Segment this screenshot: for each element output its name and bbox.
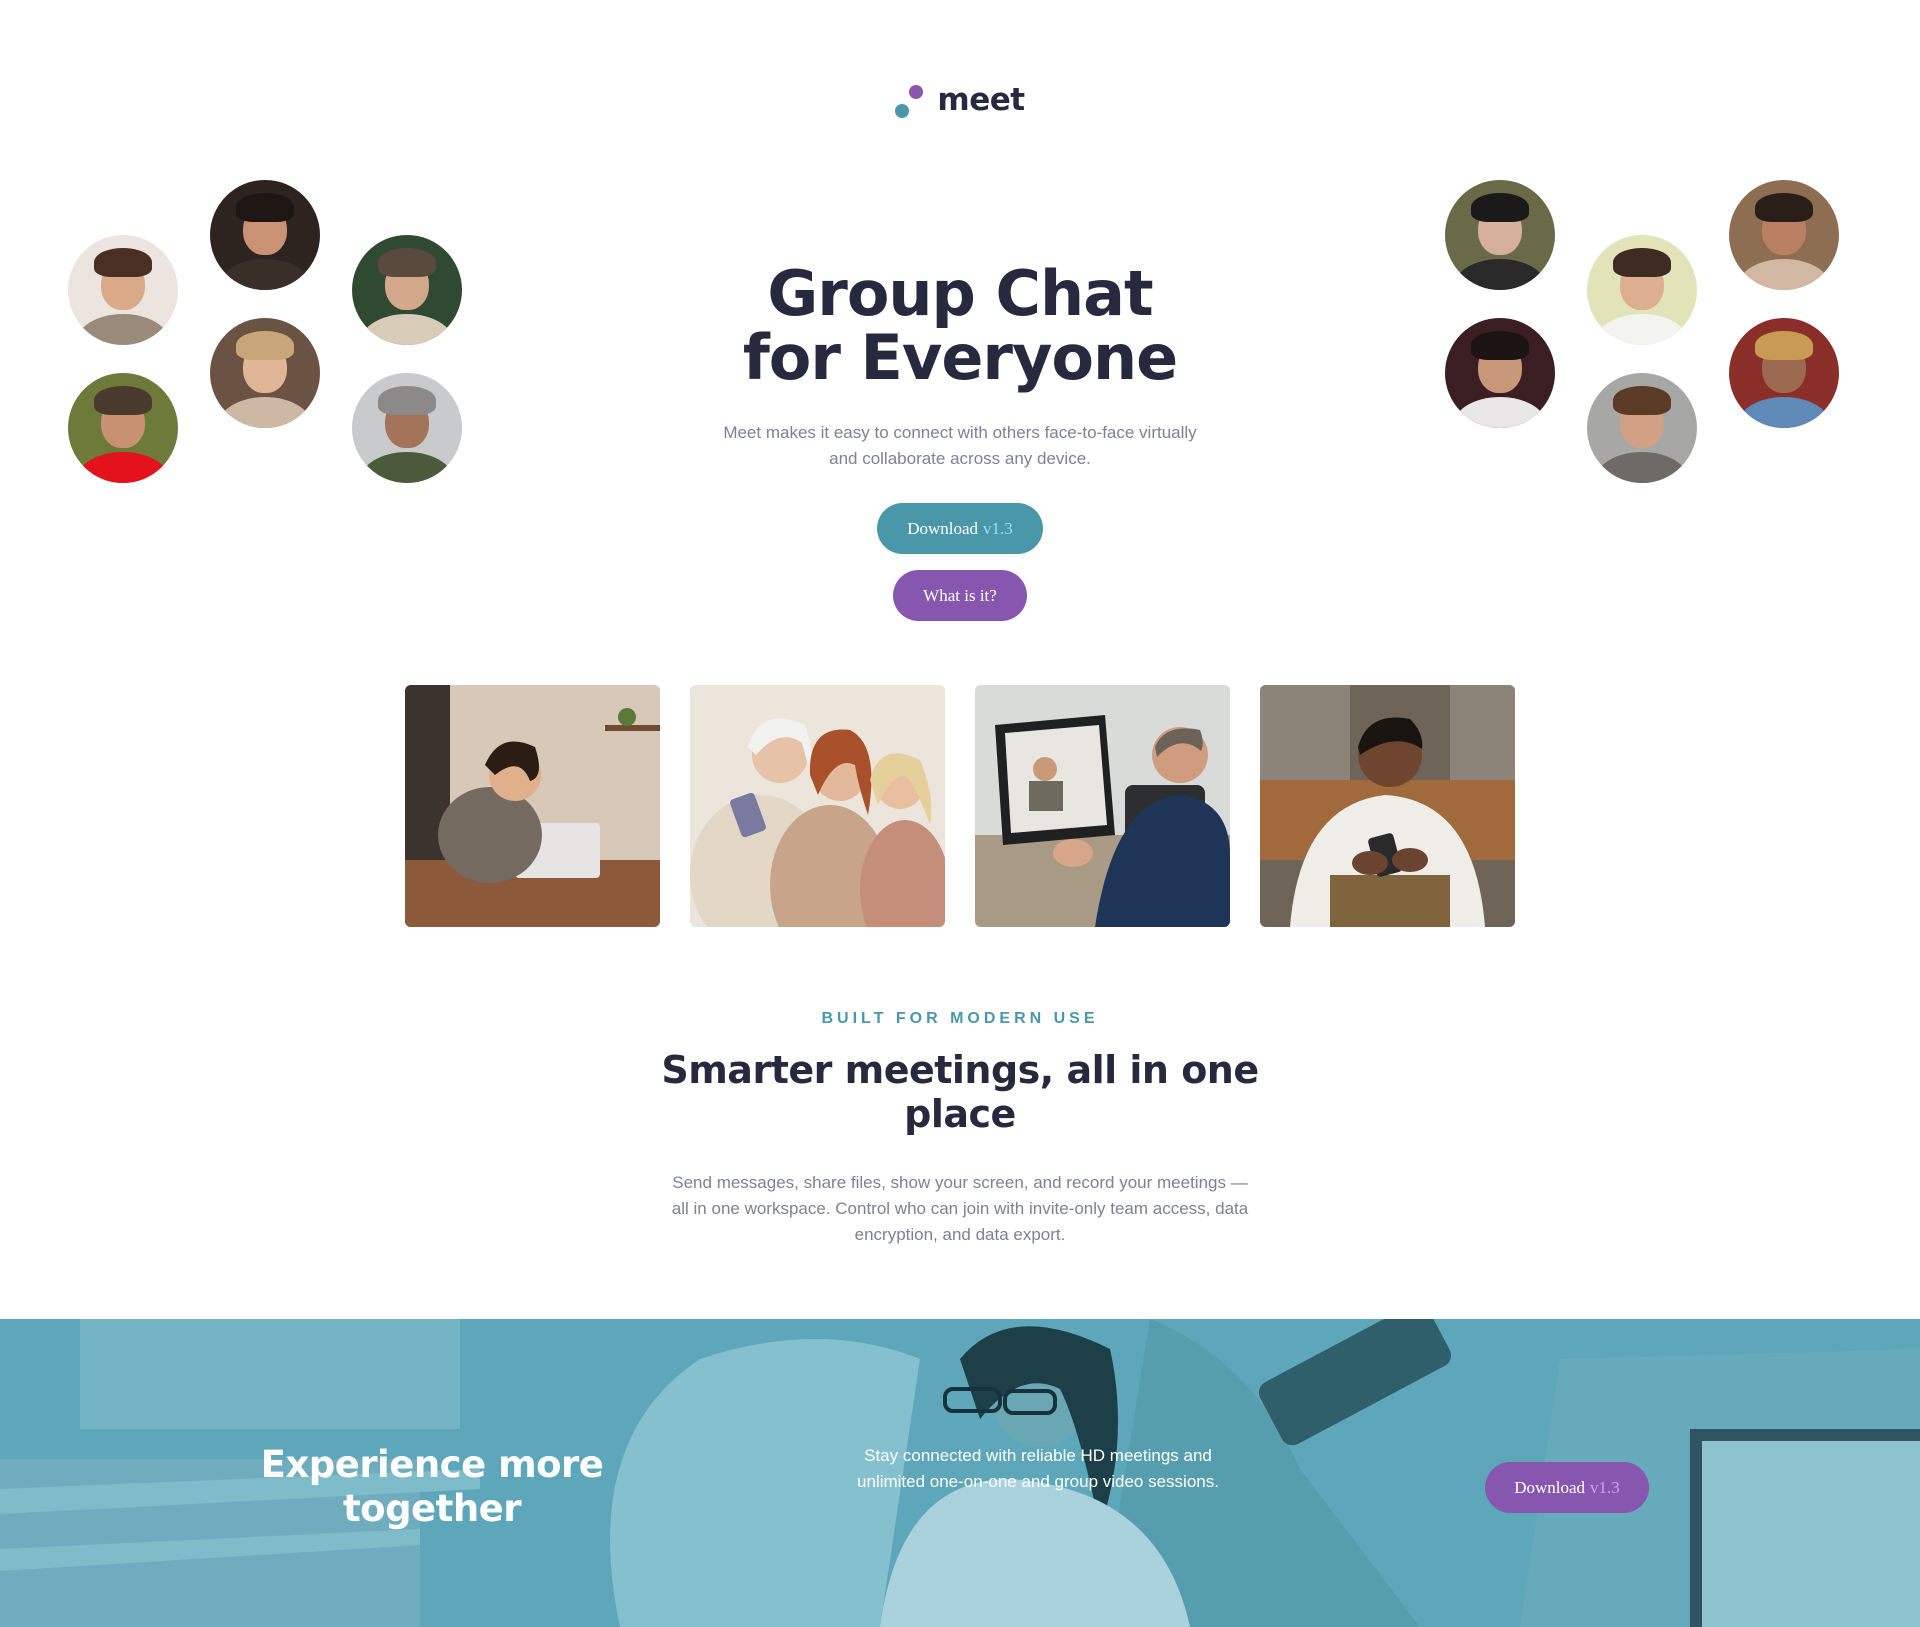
logo-text: meet [937,82,1025,118]
cta-banner: Experience more together Stay connected … [0,1319,1920,1627]
photo-man-video-call [975,685,1230,927]
what-is-it-label: What is it? [923,585,997,605]
hero-subtitle: Meet makes it easy to connect with other… [723,423,1197,468]
hero-title: Group Chat for Everyone [0,262,1920,390]
photo-woman-laptop [405,685,660,927]
photo-man-smartphone [1260,685,1515,927]
section-eyebrow: BUILT FOR MODERN USE [821,1010,1099,1027]
download-version: v1.3 [983,518,1013,538]
download-label: Download [1514,1477,1586,1497]
logo[interactable]: meet [0,82,1920,118]
photo-women-phone [690,685,945,927]
hero-title-line: Group Chat [767,257,1153,330]
banner-download-button[interactable]: Download v1.3 [1485,1462,1649,1513]
banner-title: Experience more together [260,1443,604,1530]
download-button[interactable]: Download v1.3 [877,503,1043,554]
download-label: Download [907,518,979,538]
download-version: v1.3 [1590,1477,1620,1497]
what-is-it-button[interactable]: What is it? [893,570,1027,621]
section-body: Send messages, share files, show your sc… [671,1173,1249,1244]
hero-title-line: for Everyone [742,321,1178,394]
logo-dots-icon [895,82,925,118]
section-title: Smarter meetings, all in one place [661,1048,1259,1136]
banner-text: Stay connected with reliable HD meetings… [857,1446,1219,1491]
